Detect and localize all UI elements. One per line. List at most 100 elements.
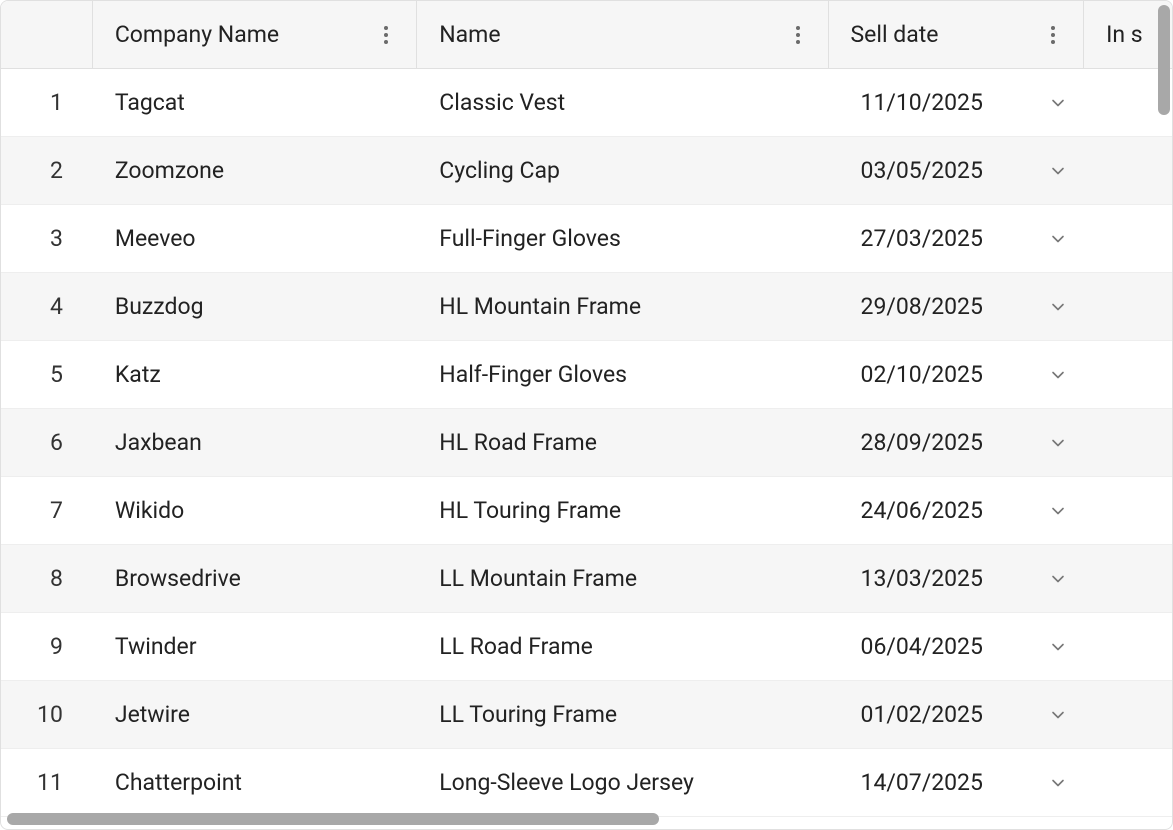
in-stock-cell[interactable]: [1084, 341, 1172, 408]
in-stock-cell[interactable]: [1084, 477, 1172, 544]
sell-date-cell[interactable]: 13/03/2025: [829, 545, 1085, 612]
name-cell[interactable]: Full-Finger Gloves: [417, 205, 828, 272]
chevron-down-icon[interactable]: [1050, 639, 1066, 655]
name-cell[interactable]: LL Road Frame: [417, 613, 828, 680]
row-number: 8: [1, 545, 93, 612]
company-cell[interactable]: Jaxbean: [93, 409, 417, 476]
table-row[interactable]: 5KatzHalf-Finger Gloves 02/10/2025: [1, 341, 1172, 409]
table-row[interactable]: 11ChatterpointLong-Sleeve Logo Jersey 14/…: [1, 749, 1172, 817]
company-cell[interactable]: Zoomzone: [93, 137, 417, 204]
company-cell[interactable]: Browsedrive: [93, 545, 417, 612]
sell-date-cell[interactable]: 01/02/2025: [829, 681, 1085, 748]
table-row[interactable]: 4BuzzdogHL Mountain Frame 29/08/2025: [1, 273, 1172, 341]
table-row[interactable]: 10JetwireLL Touring Frame 01/02/2025: [1, 681, 1172, 749]
sell-date-cell[interactable]: 02/10/2025: [829, 341, 1085, 408]
company-cell[interactable]: Twinder: [93, 613, 417, 680]
header-in-stock-label: In s: [1106, 21, 1143, 48]
kebab-menu-icon[interactable]: [1043, 25, 1063, 45]
sell-date-value: 24/06/2025: [861, 497, 983, 524]
name-cell[interactable]: LL Touring Frame: [417, 681, 828, 748]
company-cell[interactable]: Chatterpoint: [93, 749, 417, 816]
company-cell[interactable]: Meeveo: [93, 205, 417, 272]
company-cell[interactable]: Tagcat: [93, 69, 417, 136]
chevron-down-icon[interactable]: [1050, 163, 1066, 179]
company-cell[interactable]: Buzzdog: [93, 273, 417, 340]
company-cell[interactable]: Katz: [93, 341, 417, 408]
row-number: 1: [1, 69, 93, 136]
sell-date-cell[interactable]: 14/07/2025: [829, 749, 1085, 816]
name-cell[interactable]: LL Mountain Frame: [417, 545, 828, 612]
in-stock-cell[interactable]: [1084, 409, 1172, 476]
header-name-label: Name: [439, 21, 500, 48]
header-company-label: Company Name: [115, 21, 279, 48]
row-number: 9: [1, 613, 93, 680]
table-row[interactable]: 7WikidoHL Touring Frame 24/06/2025: [1, 477, 1172, 545]
sell-date-cell[interactable]: 24/06/2025: [829, 477, 1085, 544]
sell-date-cell[interactable]: 11/10/2025: [829, 69, 1085, 136]
chevron-down-icon[interactable]: [1050, 707, 1066, 723]
sell-date-cell[interactable]: 28/09/2025: [829, 409, 1085, 476]
chevron-down-icon[interactable]: [1050, 571, 1066, 587]
header-sell-date-label: Sell date: [851, 21, 939, 48]
table-row[interactable]: 1TagcatClassic Vest 11/10/2025: [1, 69, 1172, 137]
chevron-down-icon[interactable]: [1050, 299, 1066, 315]
sell-date-cell[interactable]: 29/08/2025: [829, 273, 1085, 340]
row-number: 3: [1, 205, 93, 272]
table-row[interactable]: 6JaxbeanHL Road Frame 28/09/2025: [1, 409, 1172, 477]
header-rownum[interactable]: [1, 1, 93, 68]
horizontal-scrollbar[interactable]: [7, 813, 659, 825]
row-number: 6: [1, 409, 93, 476]
name-cell[interactable]: Half-Finger Gloves: [417, 341, 828, 408]
header-name[interactable]: Name: [417, 1, 828, 68]
row-number: 5: [1, 341, 93, 408]
name-cell[interactable]: Long-Sleeve Logo Jersey: [417, 749, 828, 816]
row-number: 4: [1, 273, 93, 340]
sell-date-value: 01/02/2025: [861, 701, 983, 728]
table-row[interactable]: 8BrowsedriveLL Mountain Frame 13/03/2025: [1, 545, 1172, 613]
row-number: 10: [1, 681, 93, 748]
in-stock-cell[interactable]: [1084, 273, 1172, 340]
chevron-down-icon[interactable]: [1050, 435, 1066, 451]
chevron-down-icon[interactable]: [1050, 231, 1066, 247]
sell-date-value: 03/05/2025: [861, 157, 983, 184]
grid-body: 1TagcatClassic Vest11/10/20252ZoomzoneCy…: [1, 69, 1172, 817]
name-cell[interactable]: HL Touring Frame: [417, 477, 828, 544]
kebab-menu-icon[interactable]: [376, 25, 396, 45]
sell-date-value: 11/10/2025: [861, 89, 983, 116]
chevron-down-icon[interactable]: [1050, 367, 1066, 383]
in-stock-cell[interactable]: [1084, 749, 1172, 816]
sell-date-value: 02/10/2025: [861, 361, 983, 388]
sell-date-value: 13/03/2025: [861, 565, 983, 592]
row-number: 11: [1, 749, 93, 816]
name-cell[interactable]: Classic Vest: [417, 69, 828, 136]
company-cell[interactable]: Jetwire: [93, 681, 417, 748]
table-row[interactable]: 2ZoomzoneCycling Cap03/05/2025: [1, 137, 1172, 205]
sell-date-value: 27/03/2025: [861, 225, 983, 252]
chevron-down-icon[interactable]: [1050, 775, 1066, 791]
name-cell[interactable]: Cycling Cap: [417, 137, 828, 204]
sell-date-cell[interactable]: 06/04/2025: [829, 613, 1085, 680]
sell-date-value: 14/07/2025: [861, 769, 983, 796]
in-stock-cell[interactable]: [1084, 613, 1172, 680]
in-stock-cell[interactable]: [1084, 205, 1172, 272]
row-number: 7: [1, 477, 93, 544]
name-cell[interactable]: HL Mountain Frame: [417, 273, 828, 340]
sell-date-cell[interactable]: 27/03/2025: [829, 205, 1085, 272]
in-stock-cell[interactable]: [1084, 137, 1172, 204]
in-stock-cell[interactable]: [1084, 681, 1172, 748]
chevron-down-icon[interactable]: [1050, 95, 1066, 111]
header-company[interactable]: Company Name: [93, 1, 417, 68]
name-cell[interactable]: HL Road Frame: [417, 409, 828, 476]
sell-date-cell[interactable]: 03/05/2025: [829, 137, 1085, 204]
sell-date-value: 29/08/2025: [861, 293, 983, 320]
vertical-scrollbar[interactable]: [1158, 5, 1170, 115]
chevron-down-icon[interactable]: [1050, 503, 1066, 519]
kebab-menu-icon[interactable]: [788, 25, 808, 45]
header-sell-date[interactable]: Sell date: [829, 1, 1085, 68]
company-cell[interactable]: Wikido: [93, 477, 417, 544]
table-row[interactable]: 9TwinderLL Road Frame06/04/2025: [1, 613, 1172, 681]
in-stock-cell[interactable]: [1084, 545, 1172, 612]
table-row[interactable]: 3MeeveoFull-Finger Gloves 27/03/2025: [1, 205, 1172, 273]
header-row: Company Name Name Sell date In s: [1, 1, 1172, 69]
sell-date-value: 28/09/2025: [861, 429, 983, 456]
